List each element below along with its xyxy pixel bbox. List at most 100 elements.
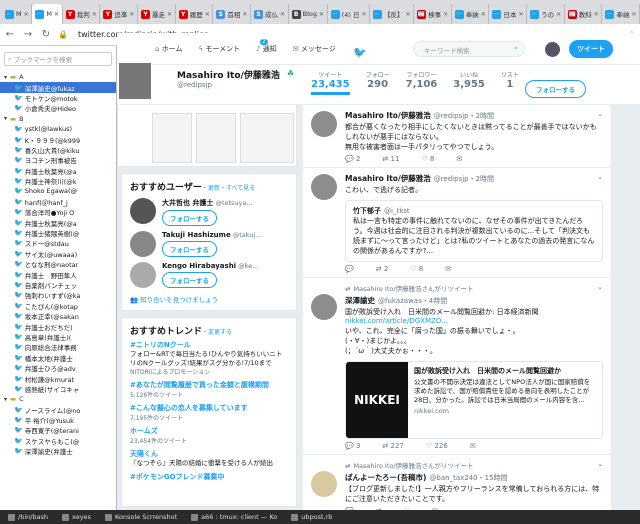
close-icon[interactable]: ✕ [443,11,448,18]
profile-stat[interactable]: リスト 1 [501,70,519,95]
media-thumbnail[interactable] [152,113,192,163]
profile-stat[interactable]: いいね 3,955 [453,70,485,95]
message-icon[interactable]: ✉ [456,155,462,163]
message-icon[interactable]: ✉ [445,265,451,273]
close-icon[interactable]: ✕ [54,11,59,18]
bookmark-folder[interactable]: ▾ ▬ B [0,114,116,124]
trends-change-link[interactable]: ・変更する [202,329,232,336]
bookmark-item[interactable]: 🐦 となな刑@naotar [0,259,116,269]
browser-tab[interactable]: 🐦 M ✕ [32,4,63,24]
like-action[interactable]: ♡ 8 [421,155,434,163]
close-icon[interactable]: ✕ [319,11,324,18]
bookmark-item[interactable]: 🐦 スド一@stdau [0,238,116,248]
close-icon[interactable]: ✕ [631,11,636,18]
taskbar-item[interactable]: /bin/bash [4,513,52,521]
bookmark-item[interactable]: 🐦 弁護士秋葉亮(@a [0,217,116,228]
bookmark-item[interactable]: 🐦 寺西寛子(@terani [0,425,116,435]
browser-tab[interactable]: 🐦 奉納 ✕ [602,4,640,24]
suggested-user-name[interactable]: Kengo Hirabayashi [162,262,236,270]
who-to-follow-refresh[interactable]: ・更新・すべて見る [202,185,255,192]
follow-button[interactable]: フォローする [162,241,217,257]
reply-action[interactable]: 💬 2 [345,155,360,163]
nav-notifications[interactable]: ♪ 2 通知 [256,39,277,54]
bookmark-item[interactable]: 🐦 hanf(＠hanf_j [0,197,116,207]
bookmark-item[interactable]: 🐦 ヨコチン刑事被告 [0,155,116,165]
browser-tab[interactable]: 🐦 M ✕ [2,4,33,24]
tweet-avatar[interactable] [311,111,337,137]
bookmark-item[interactable]: 🐦 小倉秀夫@Hideo [0,103,116,113]
bookmark-item[interactable]: 🐦 感熱紙(サイコキャ [0,384,116,394]
close-icon[interactable]: ✕ [518,11,523,18]
browser-tab[interactable]: 🐦 うの ✕ [527,4,565,24]
tweet-avatar[interactable] [311,174,337,200]
browser-tab[interactable]: Y 追準 ✕ [100,4,139,24]
close-icon[interactable]: ✕ [205,11,210,18]
message-icon[interactable]: ✉ [470,442,476,450]
browser-tab[interactable]: Y 暴走 ✕ [138,4,176,24]
bookmark-item[interactable]: 🐦 スケスヤらもこ(@ [0,436,116,446]
tweet-link[interactable]: nikkei.com/article/DGXMZO... [345,317,603,325]
suggested-user-name[interactable]: 大井哲也 弁護士 [162,199,213,207]
close-icon[interactable]: ✕ [24,11,29,18]
retweet-action[interactable]: ⇄ 2 [376,265,389,273]
suggested-user-name[interactable]: Takuji Hashizume [162,231,231,239]
nav-messages[interactable]: ✉ メッセージ [293,44,336,54]
browser-tab[interactable]: 🐦 (4) 日 ✕ [328,4,371,24]
reload-icon[interactable]: ↻ [40,29,52,40]
follow-button[interactable]: フォローする [162,210,217,226]
profile-follow-button[interactable]: フォローする [525,80,586,98]
close-icon[interactable]: ✕ [129,11,134,18]
follow-button[interactable]: フォローする [162,272,217,288]
browser-tab[interactable]: S 成仏 ✕ [251,4,289,24]
browser-tab[interactable]: 🐦 奉納 ✕ [452,4,490,24]
bookmark-item[interactable]: 🐦 ノースライム(@no [0,405,116,415]
close-icon[interactable]: ✕ [280,11,285,18]
trend-item[interactable]: #こんな擬心の恋人を募集しています 7,195件のツイート [130,403,288,422]
trend-item[interactable]: ホームズ 23,454件のツイート [130,426,288,445]
avatar[interactable] [130,262,156,288]
tweet[interactable]: ⇄ Masahiro Ito/伊藤雅浩さんがリツイート ⌄ ぱんよーたろー(吾稿市) @… [303,455,611,510]
close-icon[interactable]: ✕ [167,11,172,18]
forward-icon[interactable]: → [22,29,34,40]
close-icon[interactable]: ✕ [406,11,411,18]
close-icon[interactable]: ✕ [242,11,247,18]
avatar[interactable] [130,231,156,257]
media-thumbnail[interactable] [240,113,294,163]
bookmark-item[interactable]: 🐦 弁護士神奈川(@k [0,176,116,186]
reply-action[interactable]: 💬 3 [345,442,360,450]
bookmark-item[interactable]: 🐦 落合洋司●Yoji O [0,207,116,217]
bookmark-item[interactable]: 🐦 モトケン@motok [0,93,116,103]
twitter-search-input[interactable]: キーワード検索 ⌕ [413,41,525,57]
close-icon[interactable]: ✕ [556,11,561,18]
avatar[interactable] [130,198,156,224]
trend-item[interactable]: #あなたが閲覧履歴で買った金額と腹構期間 5,126件のツイート [130,380,288,399]
bookmark-item[interactable]: 🐦 村松謙@kmurat [0,373,116,384]
profile-stat[interactable]: ツイート 23,435 [311,70,350,95]
tweet-button[interactable]: ツイート [569,40,613,58]
browser-tab[interactable]: 📰 検事 ✕ [414,4,452,24]
tweet-avatar[interactable] [311,471,337,497]
bookmark-item[interactable]: 🐦 弁護士秋葉亮(@a [0,166,116,176]
tweet[interactable]: ⌄ Masahiro Ito/伊藤雅浩 @redipsjp・2時間 都合が悪くなったり… [303,105,611,168]
profile-stat[interactable]: フォロー 290 [366,70,390,95]
tweet-author-name[interactable]: Masahiro Ito/伊藤雅浩 [345,174,431,183]
bookmark-item[interactable]: 🐦 深澤諭史(弁護士 [0,446,116,456]
browser-tab[interactable]: Y 裁判 ✕ [63,4,101,24]
like-action[interactable]: ♡ 226 [426,442,448,450]
bookmark-item[interactable]: 🐦 喜久山大貴(@kiku [0,145,116,155]
chevron-down-icon[interactable]: ⌄ [597,173,603,181]
browser-tab[interactable]: S 首相 ✕ [213,4,251,24]
bookmark-item[interactable]: 🐦 ystk(@lawkus) [0,124,116,134]
tweet-author-name[interactable]: ぱんよーたろー(吾稿市) [345,473,426,482]
trend-item[interactable]: #ポケモンGOフレンド募集中 [130,472,288,482]
browser-tab[interactable]: 🐦 日本 ✕ [489,4,528,24]
bookmark-item[interactable]: 🐦 弁護士おだちだ( [0,321,116,332]
tweet-avatar[interactable] [311,294,337,320]
link-card[interactable]: NIKKEI 国が敗訴受け入れ 日米間のメール閲覧回避か 公文書の不開示決定は違法と… [345,361,603,439]
browser-tab[interactable]: 📰 教科 ✕ [565,4,603,24]
browser-tab[interactable]: B Blog ✕ [289,4,328,24]
like-action[interactable]: ♡ 8 [410,265,423,273]
bookmark-item[interactable]: 🐦 Shoko Egawa(@ [0,186,116,196]
tweet[interactable]: ⇄ Masahiro Ito/伊藤雅浩さんがリツイート ⌄ 深澤諭史 @fukazawa… [303,278,611,455]
retweet-action[interactable]: ⇄ 227 [382,442,403,450]
